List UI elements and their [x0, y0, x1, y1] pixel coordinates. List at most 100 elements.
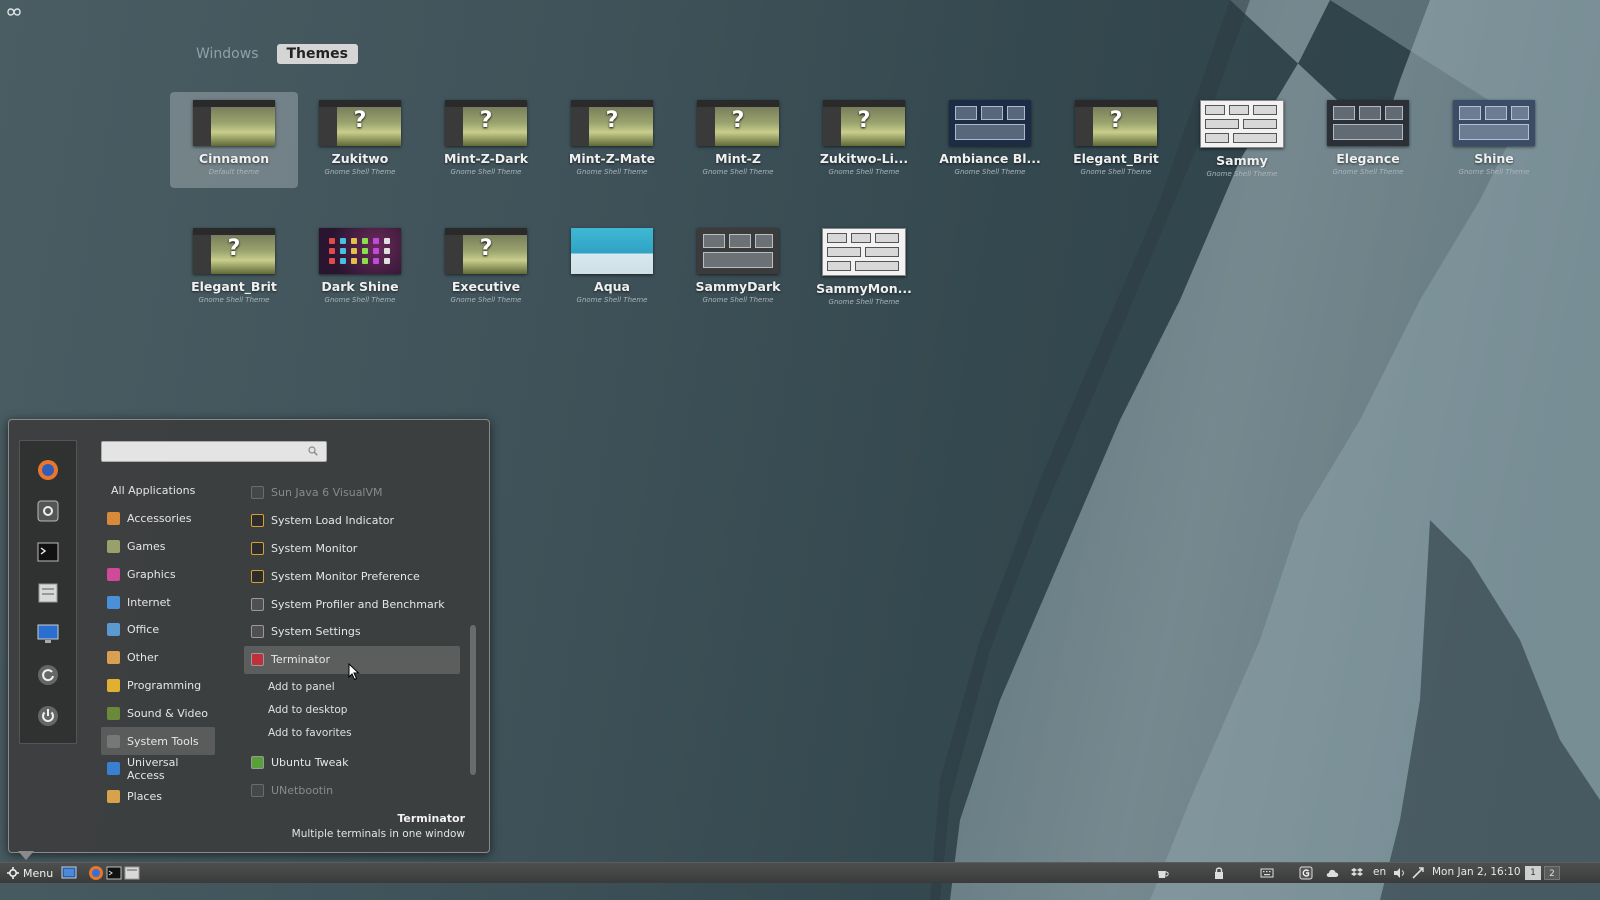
search-box[interactable]	[101, 441, 327, 464]
app-item[interactable]: Ubuntu Tweak	[244, 749, 466, 777]
theme-item[interactable]: ? Mint-Z Gnome Shell Theme	[674, 92, 802, 188]
category-accessories[interactable]: Accessories	[101, 505, 215, 533]
universal-access-icon	[107, 762, 120, 776]
coffee-tray-icon[interactable]	[1156, 866, 1170, 880]
app-item[interactable]: System Monitor Preference	[244, 562, 466, 590]
thumbnail-window-block	[1233, 133, 1277, 143]
category-universal-access[interactable]: Universal Access	[101, 755, 215, 783]
theme-item[interactable]: ? Elegant_Brit Gnome Shell Theme	[1052, 92, 1180, 188]
theme-item[interactable]: Cinnamon Default theme	[170, 92, 298, 188]
category-system-tools[interactable]: System Tools	[101, 727, 215, 755]
thumbnail-app-dot	[384, 238, 390, 244]
theme-item[interactable]: Elegance Gnome Shell Theme	[1304, 92, 1432, 188]
theme-item[interactable]: ? Executive Gnome Shell Theme	[422, 220, 550, 316]
hot-corner-icon[interactable]	[6, 6, 22, 18]
category-places[interactable]: Places	[101, 783, 215, 811]
workspace-1[interactable]: 1	[1525, 866, 1541, 880]
thumbnail-window-block	[1205, 119, 1239, 129]
thumbnail-window-block	[729, 234, 751, 248]
theme-row: Cinnamon Default theme? Zukitwo Gnome Shell…	[170, 92, 1570, 220]
theme-item[interactable]: Sammy Gnome Shell Theme	[1178, 92, 1306, 188]
cloud-tray-icon[interactable]	[1326, 866, 1340, 880]
theme-item[interactable]: ? Zukitwo-Li... Gnome Shell Theme	[800, 92, 928, 188]
firefox-icon[interactable]	[37, 459, 59, 481]
places-icon	[107, 790, 120, 804]
theme-item[interactable]: Aqua Gnome Shell Theme	[548, 220, 676, 316]
category-office[interactable]: Office	[101, 616, 215, 644]
theme-item[interactable]: SammyMon... Gnome Shell Theme	[800, 220, 928, 316]
category-other[interactable]: Other	[101, 644, 215, 672]
power-icon[interactable]	[37, 705, 59, 727]
app-item[interactable]: System Profiler and Benchmark	[244, 590, 466, 618]
theme-item[interactable]: ? Mint-Z-Mate Gnome Shell Theme	[548, 92, 676, 188]
theme-item[interactable]: Shine Gnome Shell Theme	[1430, 92, 1558, 188]
theme-name: Elegant_Brit	[1073, 151, 1159, 166]
app-list-scrollbar[interactable]	[470, 625, 476, 775]
keyboard-tray-icon[interactable]	[1260, 866, 1274, 880]
theme-item[interactable]: ? Elegant_Brit Gnome Shell Theme	[170, 220, 298, 316]
terminal-icon[interactable]	[37, 541, 59, 563]
files-icon[interactable]	[37, 582, 59, 604]
app-item[interactable]: System Settings	[244, 618, 466, 646]
dropbox-tray-icon[interactable]	[1350, 866, 1364, 880]
theme-thumbnail	[1200, 100, 1284, 148]
app-item[interactable]: System Monitor	[244, 535, 466, 563]
category-graphics[interactable]: Graphics	[101, 560, 215, 588]
theme-thumbnail	[1327, 100, 1409, 146]
thumbnail-app-dot	[362, 238, 368, 244]
theme-subtitle: Gnome Shell Theme	[1458, 168, 1530, 176]
thumbnail-app-dot	[373, 248, 379, 254]
theme-item[interactable]: Dark Shine Gnome Shell Theme	[296, 220, 424, 316]
context-menu-item[interactable]: Add to favorites	[244, 722, 466, 745]
theme-item[interactable]: Ambiance Bl... Gnome Shell Theme	[926, 92, 1054, 188]
search-input[interactable]	[102, 443, 302, 464]
menu-button-label: Menu	[23, 866, 54, 880]
category-games[interactable]: Games	[101, 533, 215, 561]
app-item[interactable]: System Load Indicator	[244, 507, 466, 535]
unknown-preview-icon: ?	[479, 236, 493, 261]
category-all-applications[interactable]: All Applications	[101, 477, 215, 505]
tab-windows[interactable]: Windows	[186, 44, 269, 64]
app-icon	[251, 783, 264, 797]
menu-button[interactable]: Menu	[3, 864, 57, 882]
show-desktop-icon[interactable]	[61, 865, 77, 881]
thumbnail-window-block	[703, 234, 725, 248]
display-icon[interactable]	[37, 623, 59, 645]
theme-subtitle: Gnome Shell Theme	[198, 296, 270, 304]
thumbnail-app-dot	[340, 258, 346, 264]
thumbnail-window-block	[827, 233, 847, 243]
theme-item[interactable]: ? Zukitwo Gnome Shell Theme	[296, 92, 424, 188]
theme-name: SammyDark	[695, 279, 781, 294]
theme-name: Executive	[451, 279, 521, 294]
lock-tray-icon[interactable]	[1212, 866, 1226, 880]
refresh-icon[interactable]	[37, 664, 59, 686]
theme-item[interactable]: SammyDark Gnome Shell Theme	[674, 220, 802, 316]
files-launcher-icon[interactable]	[124, 865, 140, 881]
app-icon	[251, 486, 264, 500]
category-list: All Applications Accessories Games Graphics…	[101, 477, 215, 811]
workspace-2[interactable]: 2	[1544, 866, 1560, 880]
volume-tray-icon[interactable]	[1392, 866, 1406, 880]
firefox-launcher-icon[interactable]	[88, 865, 104, 881]
theme-item[interactable]: ? Mint-Z-Dark Gnome Shell Theme	[422, 92, 550, 188]
thumbnail-window-block	[875, 233, 899, 243]
context-menu-item[interactable]: Add to desktop	[244, 699, 466, 722]
keyboard-language-indicator[interactable]: en	[1373, 866, 1386, 878]
clock[interactable]: Mon Jan 2, 16:10	[1432, 866, 1521, 878]
terminal-launcher-icon[interactable]	[106, 865, 122, 881]
thumbnail-window-block	[703, 252, 773, 268]
thumbnail-window-block	[1511, 106, 1529, 120]
category-internet[interactable]: Internet	[101, 588, 215, 616]
app-item[interactable]: Sun Java 6 VisualVM	[244, 479, 466, 507]
network-tray-icon[interactable]	[1411, 866, 1425, 880]
app-item[interactable]: UNetbootin	[244, 776, 466, 804]
category-programming[interactable]: Programming	[101, 672, 215, 700]
system-settings-icon[interactable]	[37, 500, 59, 522]
category-sound-video[interactable]: Sound & Video	[101, 699, 215, 727]
search-icon	[308, 446, 318, 456]
theme-name: Mint-Z-Dark	[443, 151, 529, 166]
category-label: Places	[127, 790, 162, 804]
g-tray-icon[interactable]	[1299, 866, 1313, 880]
category-label: System Tools	[127, 734, 199, 748]
tab-themes[interactable]: Themes	[276, 44, 358, 64]
